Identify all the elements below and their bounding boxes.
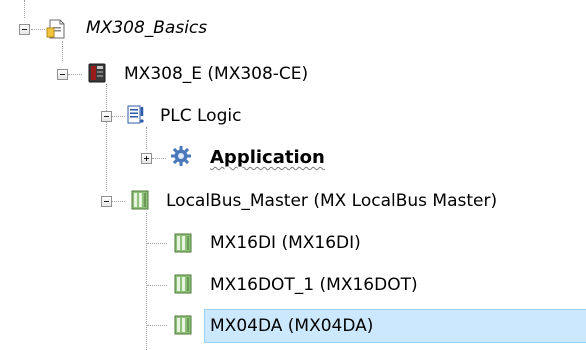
plc-logic-icon: [127, 105, 144, 124]
tree-node-application-label[interactable]: Application: [210, 146, 325, 170]
tree-guide-line: [111, 116, 125, 117]
tree-node-plc-logic-label[interactable]: PLC Logic: [160, 104, 241, 128]
tree-guide-line: [62, 41, 63, 61]
tree-node-module-label[interactable]: MX16DOT_1 (MX16DOT): [210, 273, 418, 297]
project-file-icon: [46, 19, 65, 39]
tree-guide-line: [111, 201, 125, 202]
tree-guide-line: [146, 127, 147, 149]
collapse-toggle-localbus[interactable]: [101, 196, 112, 207]
controller-device-icon: [88, 63, 106, 83]
tree-node-localbus-label[interactable]: LocalBus_Master (MX LocalBus Master): [166, 189, 497, 213]
device-tree: MX308_Basics MX308_E (MX308-CE) PLC Logi…: [0, 0, 586, 350]
tree-guide-line: [147, 325, 167, 326]
expand-toggle-application[interactable]: [141, 153, 152, 164]
tree-guide-line: [24, 0, 25, 18]
tree-guide-line: [152, 158, 166, 159]
collapse-toggle-device[interactable]: [57, 69, 68, 80]
collapse-toggle-project[interactable]: [19, 24, 30, 35]
tree-guide-line: [106, 84, 107, 191]
tree-node-project-label[interactable]: MX308_Basics: [86, 16, 207, 40]
io-module-icon: [174, 233, 192, 253]
tree-guide-line: [147, 285, 167, 286]
tree-node-device-label[interactable]: MX308_E (MX308-CE): [124, 62, 308, 86]
collapse-toggle-plc-logic[interactable]: [101, 111, 112, 122]
tree-guide-line: [31, 29, 45, 30]
bus-module-icon: [131, 190, 149, 210]
application-gear-icon: [171, 146, 191, 166]
tree-guide-line: [68, 74, 82, 75]
io-module-icon: [174, 315, 192, 335]
io-module-icon: [174, 274, 192, 294]
tree-guide-line: [146, 213, 147, 350]
tree-node-module-label[interactable]: MX16DI (MX16DI): [210, 231, 361, 255]
tree-node-module-label-selected[interactable]: MX04DA (MX04DA): [210, 314, 373, 338]
tree-guide-line: [147, 243, 167, 244]
